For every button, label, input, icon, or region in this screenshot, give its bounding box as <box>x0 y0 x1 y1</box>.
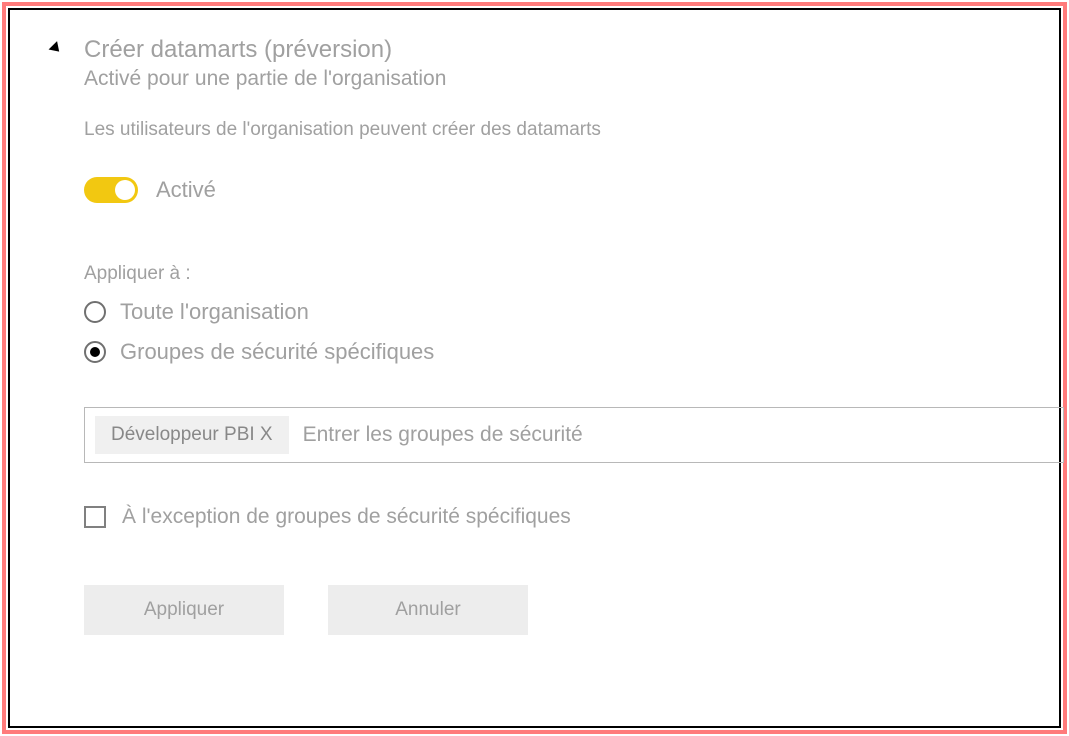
except-groups-row[interactable]: À l'exception de groupes de sécurité spé… <box>84 505 1031 529</box>
setting-status: Activé pour une partie de l'organisation <box>84 67 1031 91</box>
action-buttons: Appliquer Annuler <box>84 585 1031 635</box>
radio-entire-org[interactable]: Toute l'organisation <box>84 299 1031 325</box>
group-chip[interactable]: Développeur PBI X <box>95 416 289 454</box>
security-groups-input[interactable] <box>303 423 1053 447</box>
toggle-knob <box>115 180 135 200</box>
cancel-button[interactable]: Annuler <box>328 585 528 635</box>
setting-title: Créer datamarts (préversion) <box>84 34 1031 65</box>
radio-label-specific-groups: Groupes de sécurité spécifiques <box>120 339 434 365</box>
panel-content: Créer datamarts (préversion) Activé pour… <box>84 34 1031 635</box>
toggle-label: Activé <box>156 177 216 203</box>
security-groups-field[interactable]: Développeur PBI X <box>84 407 1064 463</box>
setting-description: Les utilisateurs de l'organisation peuve… <box>84 119 1031 141</box>
radio-icon <box>84 301 106 323</box>
radio-label-entire-org: Toute l'organisation <box>120 299 309 325</box>
enable-toggle-row: Activé <box>84 177 1031 203</box>
checkbox-icon <box>84 506 106 528</box>
enable-toggle[interactable] <box>84 177 138 203</box>
radio-icon <box>84 341 106 363</box>
outer-frame: Créer datamarts (préversion) Activé pour… <box>2 2 1067 734</box>
collapse-triangle-icon[interactable] <box>49 41 64 56</box>
settings-panel: Créer datamarts (préversion) Activé pour… <box>8 8 1061 728</box>
apply-to-label: Appliquer à : <box>84 263 1031 285</box>
except-groups-label: À l'exception de groupes de sécurité spé… <box>122 505 571 529</box>
radio-specific-groups[interactable]: Groupes de sécurité spécifiques <box>84 339 1031 365</box>
apply-button[interactable]: Appliquer <box>84 585 284 635</box>
